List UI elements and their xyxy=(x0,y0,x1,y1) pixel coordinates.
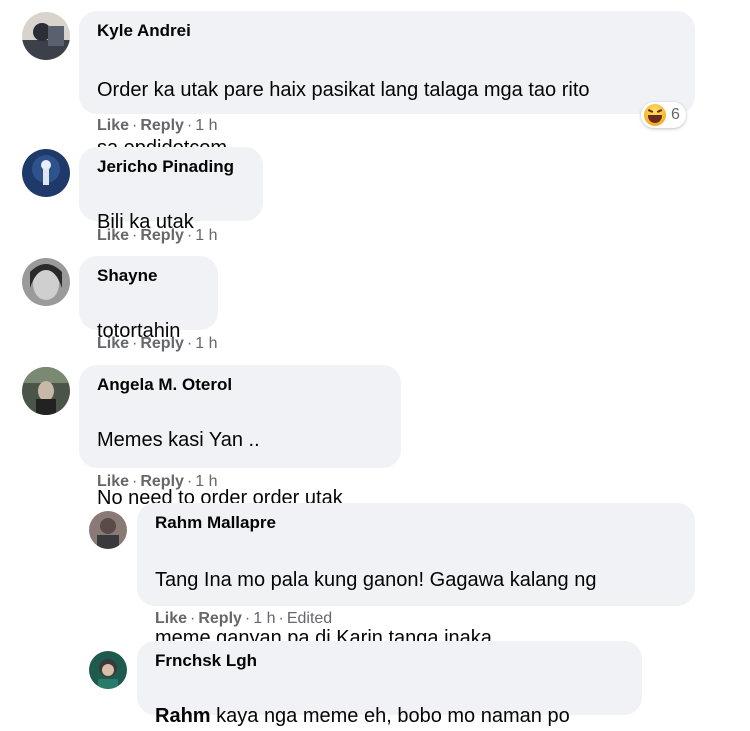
avatar[interactable] xyxy=(89,651,127,689)
comment-text-line: Memes kasi Yan .. xyxy=(97,429,260,451)
avatar[interactable] xyxy=(22,367,70,415)
reply-button[interactable]: Reply xyxy=(140,335,184,352)
avatar[interactable] xyxy=(89,511,127,549)
edited-label[interactable]: Edited xyxy=(287,610,332,627)
haha-reaction-icon xyxy=(644,104,666,126)
comment-actions: Like · Reply · 1 h xyxy=(97,473,218,490)
like-button[interactable]: Like xyxy=(97,227,129,244)
comment-actions: Like · Reply · 1 h · Edited xyxy=(155,610,333,627)
comment-text: Rahm kaya nga meme eh, bobo mo naman po xyxy=(155,673,628,731)
comment-actions: Like · Reply · 1 h xyxy=(97,335,218,352)
comment-bubble: Angela M. Oterol Memes kasi Yan .. No ne… xyxy=(79,365,401,509)
avatar[interactable] xyxy=(22,12,70,60)
comment-author[interactable]: Frnchsk Lgh xyxy=(155,651,628,671)
comment-text: Bili ka utak xyxy=(97,179,249,266)
comment-actions: Like · Reply · 1 h xyxy=(97,117,218,134)
comment-bubble: Rahm Mallapre Tang Ina mo pala kung gano… xyxy=(137,503,695,649)
comment-author[interactable]: Angela M. Oterol xyxy=(97,375,387,395)
reply-button[interactable]: Reply xyxy=(140,117,184,134)
comment-author[interactable]: Rahm Mallapre xyxy=(155,513,681,533)
comment-time[interactable]: 1 h xyxy=(195,473,217,490)
comment-text-line: kaya nga meme eh, bobo mo naman po xyxy=(210,705,570,727)
comment-time[interactable]: 1 h xyxy=(195,335,217,352)
comment-time[interactable]: 1 h xyxy=(195,227,217,244)
comment-text-line: Order ka utak pare haix pasikat lang tal… xyxy=(97,79,590,101)
reply-button[interactable]: Reply xyxy=(140,227,184,244)
like-button[interactable]: Like xyxy=(97,117,129,134)
reply-button[interactable]: Reply xyxy=(198,610,242,627)
comment-actions: Like · Reply · 1 h xyxy=(97,227,218,244)
avatar[interactable] xyxy=(22,258,70,306)
like-button[interactable]: Like xyxy=(97,335,129,352)
reaction-count: 6 xyxy=(671,106,680,123)
comment-time[interactable]: 1 h xyxy=(253,610,275,627)
like-button[interactable]: Like xyxy=(155,610,187,627)
comment-time[interactable]: 1 h xyxy=(195,117,217,134)
like-button[interactable]: Like xyxy=(97,473,129,490)
comment-author[interactable]: Shayne xyxy=(97,266,204,286)
avatar[interactable] xyxy=(22,149,70,197)
comment-bubble: Jericho Pinading Bili ka utak xyxy=(79,147,263,233)
reply-button[interactable]: Reply xyxy=(140,473,184,490)
comment-bubble: Kyle Andrei Order ka utak pare haix pasi… xyxy=(79,11,695,159)
comment-bubble: Shayne totortahin xyxy=(79,256,218,342)
reaction-badge[interactable]: 6 xyxy=(641,102,686,128)
comment-author[interactable]: Jericho Pinading xyxy=(97,157,249,177)
comment-text-line: Tang Ina mo pala kung ganon! Gagawa kala… xyxy=(155,569,597,591)
comment-text: totortahin xyxy=(97,288,204,375)
comment-author[interactable]: Kyle Andrei xyxy=(97,21,681,41)
comment-bubble: Frnchsk Lgh Rahm kaya nga meme eh, bobo … xyxy=(137,641,642,727)
mention-link[interactable]: Rahm xyxy=(155,705,211,727)
